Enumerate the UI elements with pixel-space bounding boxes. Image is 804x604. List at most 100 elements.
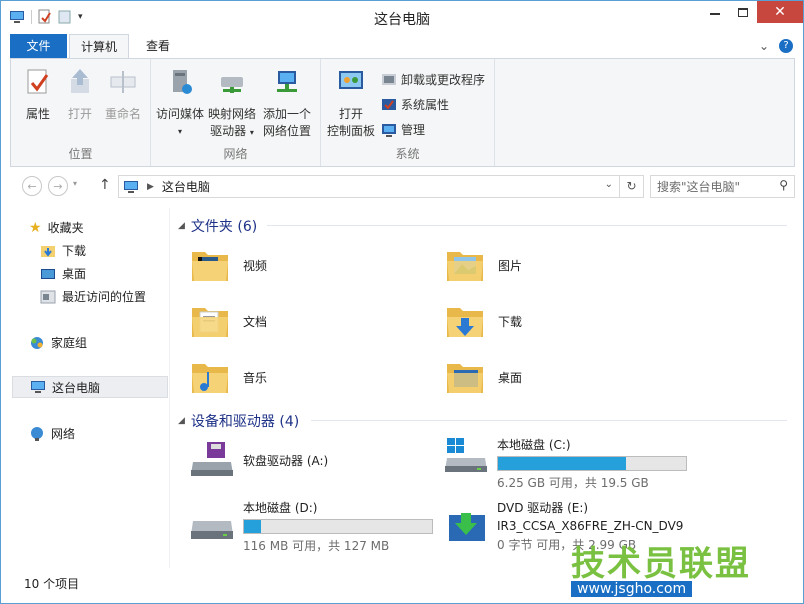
drive-d[interactable]: 本地磁盘 (D:) 116 MB 可用，共 127 MB	[189, 499, 433, 554]
collapse-icon: ◢	[178, 221, 185, 231]
manage-label: 管理	[401, 123, 426, 137]
folder-item[interactable]: 桌面	[444, 356, 522, 398]
add-network-location-button[interactable]: 添加一个 网络位置	[261, 67, 313, 140]
nav-this-pc[interactable]: 这台电脑	[12, 376, 168, 398]
folder-item[interactable]: 音乐	[189, 356, 267, 398]
drive-info: 本地磁盘 (D:) 116 MB 可用，共 127 MB	[243, 499, 433, 554]
minimize-button[interactable]	[701, 1, 729, 23]
drive-name: 本地磁盘 (D:)	[243, 501, 318, 515]
manage-button[interactable]: 管理	[381, 121, 425, 138]
up-button[interactable]: ↑	[99, 177, 111, 193]
open-control-panel-button[interactable]: 打开 控制面板	[325, 67, 377, 140]
search-icon[interactable]: ⚲	[779, 178, 788, 192]
maximize-button[interactable]	[729, 1, 757, 23]
computer-icon	[124, 180, 138, 193]
pictures-folder-icon	[447, 252, 483, 281]
folder-item[interactable]: 视频	[189, 244, 267, 286]
help-icon[interactable]: ?	[779, 39, 793, 53]
drive-name: DVD 驱动器 (E:)	[497, 501, 589, 515]
drive-usage-fill	[244, 520, 261, 533]
chevron-down-icon: ▾	[249, 128, 254, 137]
nav-homegroup-label: 家庭组	[51, 336, 88, 350]
uninstall-label: 卸载或更改程序	[401, 73, 486, 87]
devices-group-header[interactable]: ◢ 设备和驱动器 (4)	[178, 411, 299, 431]
desktop-icon	[41, 268, 55, 279]
access-media-button[interactable]: 访问媒体 ▾	[155, 67, 205, 140]
search-input[interactable]: 搜索"这台电脑" ⚲	[650, 175, 795, 198]
map-network-drive-button[interactable]: 映射网络 驱动器 ▾	[207, 67, 257, 141]
video-folder-icon	[192, 252, 228, 281]
drive-name: 本地磁盘 (C:)	[497, 438, 571, 452]
breadcrumb-separator-icon: ▶	[147, 181, 154, 192]
group-divider	[267, 225, 787, 226]
documents-folder-icon	[192, 308, 228, 337]
drive-floppy[interactable]: 软盘驱动器 (A:)	[189, 440, 328, 480]
folder-item[interactable]: 下载	[444, 300, 522, 342]
nav-homegroup[interactable]: 家庭组	[29, 334, 87, 351]
open-icon	[71, 69, 89, 93]
group-divider	[311, 420, 787, 421]
computer-icon	[31, 381, 45, 393]
nav-network[interactable]: 网络	[29, 425, 75, 442]
drive-c[interactable]: 本地磁盘 (C:) 6.25 GB 可用，共 19.5 GB	[443, 436, 687, 491]
rename-label: 重命名	[104, 107, 141, 121]
folder-item[interactable]: 文档	[189, 300, 267, 342]
system-props-label: 系统属性	[401, 98, 450, 112]
open-label: 打开	[67, 107, 92, 121]
hard-drive-icon	[191, 521, 233, 539]
drive-usage-bar	[497, 456, 687, 471]
search-placeholder: 搜索"这台电脑"	[657, 180, 741, 194]
forward-button[interactable]: →	[48, 176, 68, 196]
close-button[interactable]: ✕	[757, 1, 803, 23]
network-drive-icon	[221, 77, 243, 93]
open-button[interactable]: 打开	[63, 67, 97, 123]
dvd-drive-icon	[449, 513, 485, 541]
close-icon: ✕	[774, 4, 786, 20]
nav-desktop[interactable]: 桌面	[40, 265, 86, 282]
properties-icon	[27, 69, 49, 94]
system-properties-button[interactable]: 系统属性	[381, 96, 449, 113]
address-dropdown-icon[interactable]: ⌄	[605, 179, 613, 190]
recent-places-icon	[40, 290, 56, 303]
folders-group-header[interactable]: ◢ 文件夹 (6)	[178, 216, 257, 236]
nav-recent-places[interactable]: 最近访问的位置	[40, 288, 146, 305]
nav-downloads[interactable]: 下载	[40, 242, 86, 259]
watermark-site: www.jsgho.com	[571, 581, 693, 597]
breadcrumb[interactable]: 这台电脑	[162, 178, 210, 195]
tab-file[interactable]: 文件	[10, 34, 67, 58]
properties-button[interactable]: 属性	[19, 67, 57, 123]
nav-this-pc-label: 这台电脑	[52, 380, 101, 395]
folder-name: 视频	[243, 258, 268, 273]
uninstall-program-button[interactable]: 卸载或更改程序	[381, 71, 485, 88]
system-drive-icon	[445, 438, 487, 472]
address-bar[interactable]: ▶ 这台电脑 ⌄ ↻	[118, 175, 644, 198]
devices-group-title: 设备和驱动器 (4)	[190, 414, 300, 430]
chevron-down-icon[interactable]: ⌄	[759, 39, 769, 53]
tab-computer[interactable]: 计算机	[69, 34, 129, 59]
folder-item[interactable]: 图片	[444, 244, 522, 286]
content-pane: ◢ 文件夹 (6) 视频 图片 文档 下载 音乐 桌面 ◢ 设备和驱动器 (4)…	[171, 208, 795, 568]
refresh-icon[interactable]: ↻	[619, 176, 643, 197]
back-button[interactable]: ←	[22, 176, 42, 196]
nav-downloads-label: 下载	[62, 244, 87, 258]
drive-usage-fill	[498, 457, 626, 470]
window-title: 这台电脑	[374, 12, 430, 28]
folder-name: 桌面	[498, 370, 523, 385]
control-panel-icon	[339, 71, 363, 89]
drive-info: 本地磁盘 (C:) 6.25 GB 可用，共 19.5 GB	[497, 436, 687, 491]
group-title-network: 网络	[223, 147, 248, 161]
rename-button[interactable]: 重命名	[101, 67, 145, 123]
access-media-label: 访问媒体	[155, 107, 204, 121]
drive-volume-label: IR3_CCSA_X86FRE_ZH-CN_DV9	[497, 519, 684, 533]
ribbon-group-system: 打开 控制面板 卸载或更改程序 系统属性 管理 系统	[321, 59, 495, 166]
recent-locations-button[interactable]: ▾	[73, 179, 77, 188]
properties-label: 属性	[25, 107, 50, 121]
tab-view[interactable]: 查看	[133, 34, 183, 58]
desktop-folder-icon	[447, 364, 483, 393]
back-arrow-icon: ←	[27, 179, 37, 193]
add-location-label-2: 网络位置	[262, 124, 311, 138]
network-location-icon	[277, 71, 297, 92]
nav-favorites[interactable]: ★ 收藏夹	[29, 219, 84, 236]
homegroup-icon	[31, 336, 43, 349]
nav-favorites-label: 收藏夹	[47, 221, 84, 235]
